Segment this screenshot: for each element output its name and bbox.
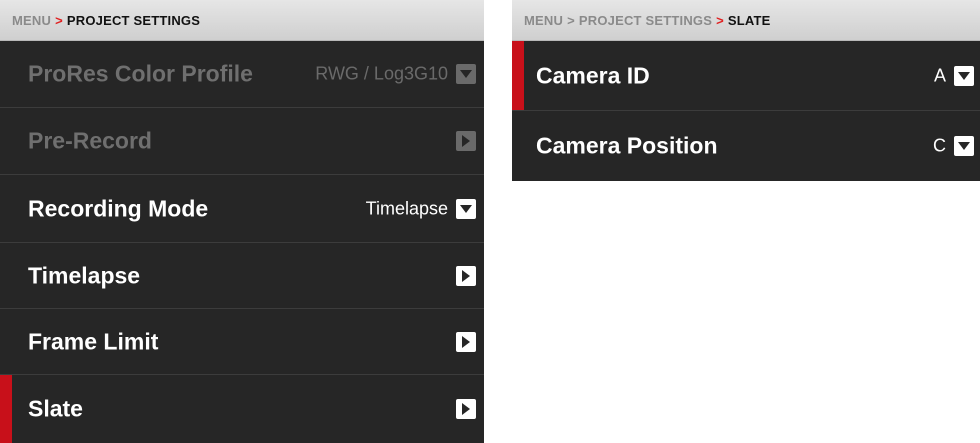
chevron-right-icon[interactable] (456, 331, 476, 352)
row-label: Recording Mode (28, 195, 209, 221)
project-settings-panel: MENU > PROJECT SETTINGS ProRes Color Pro… (0, 0, 484, 443)
row-label: Slate (28, 395, 83, 422)
row-label: Pre-Record (28, 127, 152, 154)
menu-row-prores-color-profile[interactable]: ProRes Color Profile RWG / Log3G10 (0, 41, 484, 108)
row-value: C (933, 135, 946, 156)
row-label: Timelapse (28, 262, 141, 288)
menu-row-timelapse[interactable]: Timelapse (0, 243, 484, 309)
row-label: Frame Limit (28, 328, 159, 354)
chevron-down-icon[interactable] (954, 136, 974, 156)
breadcrumb: MENU > PROJECT SETTINGS (0, 0, 484, 41)
selection-indicator (512, 41, 524, 110)
chevron-down-icon[interactable] (456, 64, 476, 84)
slate-panel: MENU > PROJECT SETTINGS > SLATE Camera I… (512, 0, 980, 181)
row-label: Camera Position (536, 132, 718, 159)
menu-row-camera-position[interactable]: Camera Position C (512, 111, 980, 181)
breadcrumb-current: SLATE (727, 12, 771, 28)
row-label: Camera ID (536, 62, 650, 88)
breadcrumb-separator: > (55, 12, 63, 28)
row-value: A (933, 65, 946, 85)
row-value: Timelapse (365, 198, 448, 218)
breadcrumb-current: PROJECT SETTINGS (66, 12, 201, 28)
menu-row-pre-record[interactable]: Pre-Record (0, 108, 484, 175)
breadcrumb-separator: > (567, 12, 575, 28)
breadcrumb-menu[interactable]: MENU (524, 13, 563, 28)
chevron-down-icon[interactable] (954, 65, 974, 86)
chevron-right-icon[interactable] (456, 399, 476, 419)
breadcrumb-separator: > (716, 12, 724, 28)
menu-row-frame-limit[interactable]: Frame Limit (0, 309, 484, 375)
row-value: RWG / Log3G10 (315, 63, 448, 84)
breadcrumb: MENU > PROJECT SETTINGS > SLATE (512, 0, 980, 41)
chevron-right-icon[interactable] (456, 131, 476, 151)
menu-row-slate[interactable]: Slate (0, 375, 484, 443)
selection-indicator (0, 375, 12, 443)
chevron-right-icon[interactable] (456, 265, 476, 286)
menu-row-camera-id[interactable]: Camera ID A (512, 41, 980, 111)
breadcrumb-menu[interactable]: MENU (12, 13, 51, 28)
breadcrumb-project-settings[interactable]: PROJECT SETTINGS (579, 13, 712, 28)
chevron-down-icon[interactable] (456, 198, 476, 219)
row-label: ProRes Color Profile (28, 60, 253, 87)
menu-row-recording-mode[interactable]: Recording Mode Timelapse (0, 175, 484, 243)
